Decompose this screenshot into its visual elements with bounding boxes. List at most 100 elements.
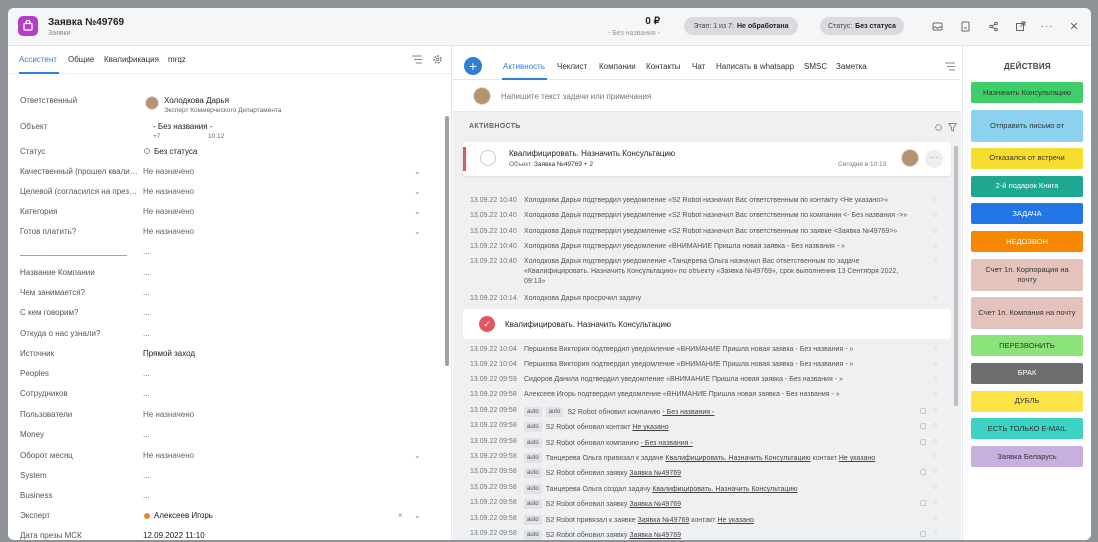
task-checkbox[interactable] [480,150,496,166]
task-title[interactable]: Квалифицировать. Назначить Консультацию [509,149,675,158]
gear-icon[interactable] [432,54,443,67]
inbox-icon[interactable] [928,17,946,35]
timeline-link[interactable]: - Без названия - [662,409,714,416]
info-icon[interactable]: ▢ [920,407,927,415]
action-button[interactable]: Назначить Консультацию [971,82,1083,103]
share-icon[interactable] [984,17,1002,35]
action-button[interactable]: Отказался от встречи [971,147,1083,169]
timeline-link[interactable]: - Без названия - [641,440,693,447]
tab-chat[interactable]: Чат [692,62,705,71]
info-icon[interactable]: ▢ [920,422,927,430]
comment-icon[interactable]: ◌ [933,391,937,398]
info-icon[interactable]: ▢ [920,499,927,507]
gear-icon[interactable] [934,123,943,134]
left-scrollbar[interactable] [445,116,449,366]
chevron-down-icon[interactable]: ⌄ [414,451,421,460]
timeline-link[interactable]: Заявка №49769 [638,517,690,524]
comment-icon[interactable]: ◌ [933,438,937,445]
action-button[interactable]: Счет 1п. Корпорация на почту [971,259,1083,291]
add-icon[interactable]: + [464,57,482,75]
check-icon[interactable]: ✓ [479,316,495,332]
document-icon[interactable] [956,17,974,35]
comment-icon[interactable]: ◌ [933,530,937,537]
comment-icon[interactable]: ◌ [933,295,937,302]
action-button[interactable]: БРАК [971,362,1083,384]
timeline-link[interactable]: Заявка №49769 [629,532,681,539]
task-card[interactable]: Квалифицировать. Назначить Консультацию … [463,142,951,176]
chevron-down-icon[interactable]: ⌄ [414,227,421,236]
timeline-link-2[interactable]: Не указано [717,517,753,524]
stage-pill[interactable]: Этап: 1 из 7: Не обработана [684,17,798,35]
tab-contacts[interactable]: Контакты [646,62,681,71]
info-icon[interactable]: ▢ [920,468,927,476]
comment-icon[interactable]: ◌ [933,361,937,368]
action-button[interactable]: ЕСТЬ ТОЛЬКО E-MAIL [971,418,1083,440]
status-value[interactable]: Без статуса [154,147,197,156]
comment-icon[interactable]: ◌ [933,346,937,353]
completed-task[interactable]: ✓ Квалифицировать. Назначить Консультаци… [463,309,951,339]
list-settings-icon[interactable] [412,55,422,66]
tab-companies[interactable]: Компании [599,62,636,71]
comment-icon[interactable]: ◌ [933,243,937,250]
timeline-link[interactable]: Квалифицировать. Назначить Консультацию [665,455,810,462]
comment-icon[interactable]: ◌ [933,228,937,235]
auto-tag: auto [524,438,542,448]
compose-bar[interactable]: Напишите текст задачи или примечания [453,80,961,112]
close-icon[interactable]: ✕ [1065,17,1083,35]
comment-icon[interactable]: ◌ [933,376,937,383]
more-icon[interactable]: ··· [925,150,943,168]
comment-icon[interactable]: ◌ [933,499,937,506]
comment-icon[interactable]: ◌ [933,515,937,522]
action-button[interactable]: Заявка Беларусь [971,446,1083,468]
action-button[interactable]: 2-й подарок Книга [971,175,1083,197]
comment-icon[interactable]: ◌ [933,258,937,265]
action-button[interactable]: ЗАДАЧА [971,203,1083,225]
chevron-down-icon[interactable]: ⌄ [414,207,421,216]
tab-mrqz[interactable]: mrqz [168,55,186,64]
action-button[interactable]: ДУБЛЬ [971,390,1083,412]
activity-scrollbar[interactable] [954,146,958,406]
list-settings-icon[interactable] [945,62,955,73]
object-value[interactable]: - Без названия - [153,122,212,131]
open-external-icon[interactable] [1011,17,1029,35]
tab-smsc[interactable]: SMSC [804,62,827,71]
chevron-down-icon[interactable]: ⌄ [414,167,421,176]
comment-icon[interactable]: ◌ [933,197,937,204]
timeline-link[interactable]: Заявка №49769 [629,501,681,508]
tab-checklist[interactable]: Чеклист [557,62,587,71]
timeline-link[interactable]: Не указано [632,424,668,431]
tab-assistant[interactable]: Ассистент [19,55,57,64]
field-label: System [20,471,47,480]
comment-icon[interactable]: ◌ [933,422,937,429]
comment-icon[interactable]: ◌ [933,468,937,475]
info-icon[interactable]: ▢ [920,438,927,446]
chevron-down-icon[interactable]: ⌄ [414,187,421,196]
action-button[interactable]: Счет 1п. Компания на почту [971,297,1083,329]
task-object-link[interactable]: Заявка №49769 + 2 [534,161,593,168]
tab-qualification[interactable]: Квалификация [104,55,159,64]
timeline-link-2[interactable]: Не указано [839,455,875,462]
tab-activity[interactable]: Активность [503,62,545,71]
comment-icon[interactable]: ◌ [933,453,937,460]
timeline-link[interactable]: Квалифицировать. Назначить Консультацию [652,486,797,493]
action-button[interactable]: ПЕРЕЗВОНИТЬ [971,335,1083,356]
chevron-down-icon[interactable]: ⌄ [414,511,421,520]
tab-whatsapp[interactable]: Написать в whatsapp [716,62,794,71]
filter-icon[interactable] [947,123,958,134]
info-icon[interactable]: ▢ [920,530,927,538]
responsible-name[interactable]: Холодкова Дарья [164,96,229,105]
action-button[interactable]: НЕДОЗВОН [971,231,1083,253]
field-label: Business [20,491,53,500]
clear-icon[interactable]: × [398,511,403,520]
action-button[interactable]: Отправить письмо от [971,109,1083,142]
comment-icon[interactable]: ◌ [933,407,937,414]
timeline-link[interactable]: Заявка №49769 [629,470,681,477]
more-icon[interactable]: ··· [1038,17,1056,35]
tab-note[interactable]: Заметка [836,62,867,71]
timeline-date: 13.09.22 09:58 [470,499,517,506]
tab-general[interactable]: Общие [68,55,94,64]
compose-input[interactable]: Напишите текст задачи или примечания [501,92,651,101]
comment-icon[interactable]: ◌ [933,484,937,491]
comment-icon[interactable]: ◌ [933,212,937,219]
status-pill[interactable]: Статус: Без статуса [820,17,904,35]
